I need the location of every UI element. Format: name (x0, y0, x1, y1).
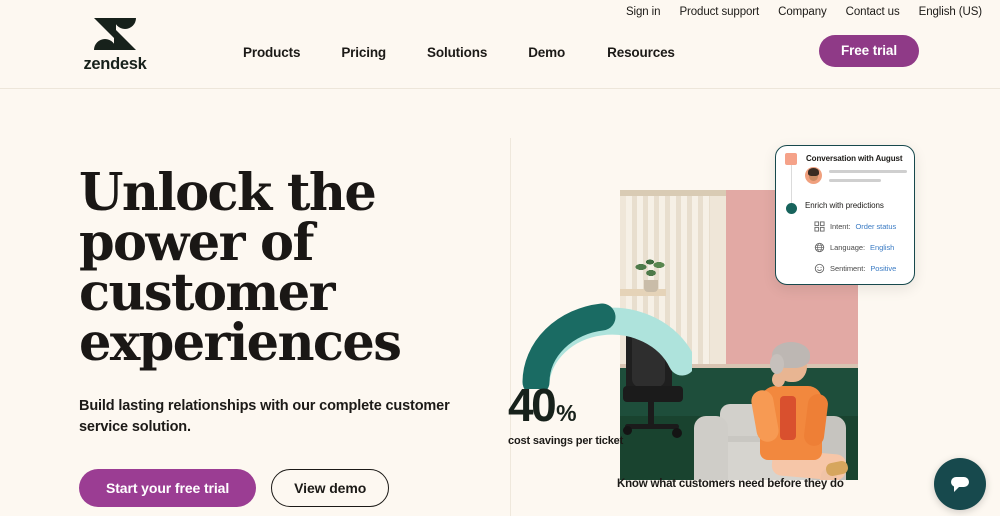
message-placeholder-line (829, 170, 907, 173)
chat-bubble-icon (951, 477, 969, 492)
free-trial-button[interactable]: Free trial (818, 35, 919, 67)
utility-link-contact-us[interactable]: Contact us (846, 6, 900, 18)
utility-link-product-support[interactable]: Product support (679, 6, 759, 18)
utility-link-language[interactable]: English (US) (919, 6, 982, 18)
conversation-card: Conversation with August Enrich with pre… (775, 145, 915, 285)
prediction-marker-icon (786, 203, 797, 214)
hero-subhead: Build lasting relationships with our com… (79, 397, 450, 436)
start-free-trial-button[interactable]: Start your free trial (79, 469, 257, 508)
nav-item-resources[interactable]: Resources (607, 45, 675, 60)
prediction-label: Sentiment: (830, 264, 866, 273)
prediction-label: Intent: (830, 222, 851, 231)
photo-person-top (780, 396, 796, 440)
zendesk-logo[interactable]: zendesk (79, 16, 151, 74)
arc-filled (522, 303, 616, 396)
prediction-value[interactable]: Positive (870, 264, 896, 273)
page-title: Unlock the power of customer experiences (79, 163, 402, 373)
message-placeholder-line (829, 179, 881, 182)
prediction-row-intent: Intent: Order status (814, 221, 896, 232)
enrich-section-label: Enrich with predictions (805, 201, 884, 210)
conversation-marker-icon (785, 153, 797, 165)
stat-number: 40% (508, 379, 638, 431)
smiley-icon (814, 263, 825, 274)
prediction-row-language: Language: English (814, 242, 894, 253)
utility-link-sign-in[interactable]: Sign in (626, 6, 661, 18)
site-header: Sign in Product support Company Contact … (0, 0, 1000, 89)
hero-cta-row: Start your free trial View demo (79, 469, 499, 508)
zendesk-homepage: Sign in Product support Company Contact … (0, 0, 1000, 516)
photo-office-chair-wheel (672, 428, 682, 438)
globe-icon (814, 242, 825, 253)
zendesk-logo-icon (94, 18, 136, 50)
prediction-value[interactable]: Order status (856, 222, 897, 231)
prediction-value[interactable]: English (870, 243, 894, 252)
main-nav: Products Pricing Solutions Demo Resource… (243, 40, 675, 64)
stat-block: 40% cost savings per ticket (508, 379, 638, 448)
hero-text-column: Unlock the power of customer experiences… (79, 163, 499, 508)
avatar (805, 167, 822, 184)
stat-unit: % (556, 400, 576, 426)
photo-curtain-rod (620, 190, 726, 196)
hero-visual-column: 40% cost savings per ticket Know what cu… (500, 89, 1000, 516)
cost-savings-arc-gauge (522, 284, 696, 396)
nav-item-products[interactable]: Products (243, 45, 300, 60)
utility-nav: Sign in Product support Company Contact … (626, 2, 982, 22)
utility-link-company[interactable]: Company (778, 6, 827, 18)
conversation-title: Conversation with August (806, 154, 903, 163)
stat-caption: cost savings per ticket (508, 435, 624, 448)
nav-item-solutions[interactable]: Solutions (427, 45, 487, 60)
stat-value: 40 (508, 379, 557, 431)
hero-section: Unlock the power of customer experiences… (0, 89, 1000, 516)
prediction-label: Language: (830, 243, 866, 252)
grid-icon (814, 221, 825, 232)
photo-armchair-arm-left (694, 416, 728, 480)
photo-caption: Know what customers need before they do (617, 478, 844, 490)
chat-widget-button[interactable] (934, 458, 986, 510)
prediction-row-sentiment: Sentiment: Positive (814, 263, 896, 274)
photo-person-hair-side (770, 354, 784, 374)
zendesk-wordmark: zendesk (83, 55, 147, 73)
nav-item-pricing[interactable]: Pricing (341, 45, 386, 60)
nav-item-demo[interactable]: Demo (528, 45, 565, 60)
view-demo-button[interactable]: View demo (271, 469, 390, 508)
